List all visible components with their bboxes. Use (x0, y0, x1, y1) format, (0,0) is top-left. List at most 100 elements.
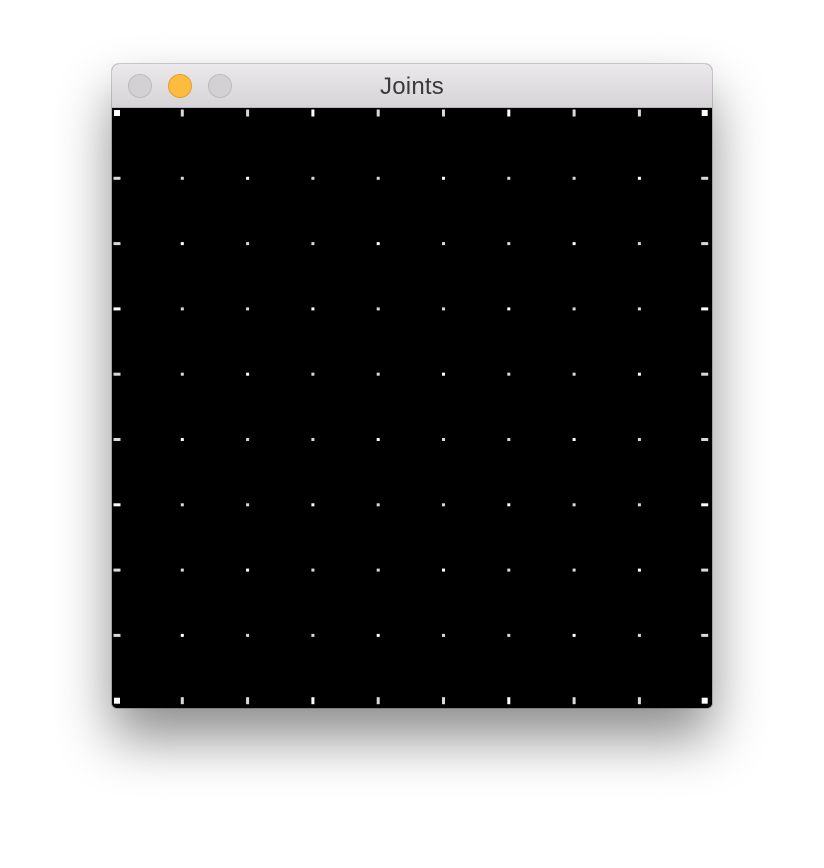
joint-marker (113, 242, 121, 246)
joint-marker (572, 503, 576, 507)
window-title: Joints (380, 73, 444, 100)
joint-marker (637, 109, 641, 117)
joint-marker (442, 307, 445, 311)
joint-marker (701, 110, 708, 116)
joint-marker (311, 568, 315, 572)
joint-marker (376, 372, 380, 376)
joint-marker (637, 633, 641, 637)
joint-marker (507, 109, 511, 117)
joint-marker (113, 176, 121, 180)
joint-marker (572, 109, 576, 117)
joint-marker (442, 176, 445, 180)
joint-marker (113, 372, 121, 376)
joint-marker (114, 110, 120, 116)
joint-marker (376, 697, 380, 705)
joint-marker (113, 307, 121, 311)
joint-marker (246, 109, 250, 117)
joint-marker (507, 176, 511, 180)
joint-marker (113, 503, 121, 507)
joint-marker (311, 242, 315, 246)
joint-marker (180, 372, 184, 376)
joint-marker (637, 242, 641, 246)
joint-marker (507, 503, 511, 507)
joint-marker (180, 242, 184, 246)
joint-marker (507, 633, 511, 637)
joints-grid (113, 109, 709, 705)
title-bar[interactable]: Joints (112, 64, 712, 108)
joint-marker (311, 307, 315, 311)
joint-marker (376, 109, 380, 117)
joint-marker (507, 697, 511, 705)
joint-marker (701, 176, 709, 180)
joint-marker (442, 109, 445, 117)
joint-marker (572, 372, 576, 376)
joint-marker (701, 568, 709, 572)
joint-marker (572, 633, 576, 637)
joint-marker (442, 503, 445, 507)
joint-marker (246, 307, 250, 311)
joint-marker (572, 568, 576, 572)
joints-canvas[interactable] (112, 108, 712, 708)
joint-marker (376, 176, 380, 180)
joint-marker (637, 307, 641, 311)
joint-marker (113, 568, 121, 572)
joint-marker (311, 438, 315, 441)
joint-marker (246, 176, 250, 180)
joint-marker (376, 503, 380, 507)
joint-marker (701, 438, 709, 441)
app-window: Joints (112, 64, 712, 708)
joint-marker (507, 242, 511, 246)
joint-marker (572, 176, 576, 180)
joint-marker (180, 307, 184, 311)
joint-marker (507, 568, 511, 572)
joint-marker (376, 568, 380, 572)
joint-marker (180, 568, 184, 572)
joint-marker (246, 697, 250, 705)
joint-marker (311, 697, 315, 705)
joint-marker (246, 372, 250, 376)
joint-marker (572, 307, 576, 311)
joint-marker (442, 633, 445, 637)
joint-marker (180, 176, 184, 180)
joint-marker (376, 242, 380, 246)
joint-marker (311, 372, 315, 376)
joint-marker (311, 503, 315, 507)
joint-marker (507, 438, 511, 441)
joint-marker (246, 503, 250, 507)
joint-marker (376, 438, 380, 441)
joint-marker (311, 109, 315, 117)
joint-marker (180, 503, 184, 507)
joint-marker (180, 109, 184, 117)
joint-marker (246, 633, 250, 637)
joint-marker (637, 568, 641, 572)
joint-marker (637, 697, 641, 705)
joint-marker (114, 697, 120, 704)
joint-marker (572, 242, 576, 246)
joint-marker (637, 176, 641, 180)
joint-marker (113, 438, 121, 441)
joint-marker (701, 372, 709, 376)
joint-marker (442, 568, 445, 572)
joint-marker (180, 697, 184, 705)
joint-marker (637, 503, 641, 507)
joint-marker (442, 372, 445, 376)
joint-marker (311, 633, 315, 637)
joint-marker (376, 633, 380, 637)
joint-marker (246, 438, 250, 441)
joint-marker (442, 438, 445, 441)
joint-marker (572, 697, 576, 705)
joint-marker (113, 633, 121, 637)
joint-marker (246, 242, 250, 246)
joint-marker (637, 372, 641, 376)
joint-marker (442, 697, 445, 705)
joint-marker (572, 438, 576, 441)
joint-marker (507, 307, 511, 311)
joint-marker (311, 176, 315, 180)
joint-marker (637, 438, 641, 441)
joint-marker (180, 633, 184, 637)
joint-marker (701, 633, 709, 637)
joint-marker (701, 307, 709, 311)
joint-marker (701, 503, 709, 507)
joint-marker (180, 438, 184, 441)
joint-marker (442, 242, 445, 246)
